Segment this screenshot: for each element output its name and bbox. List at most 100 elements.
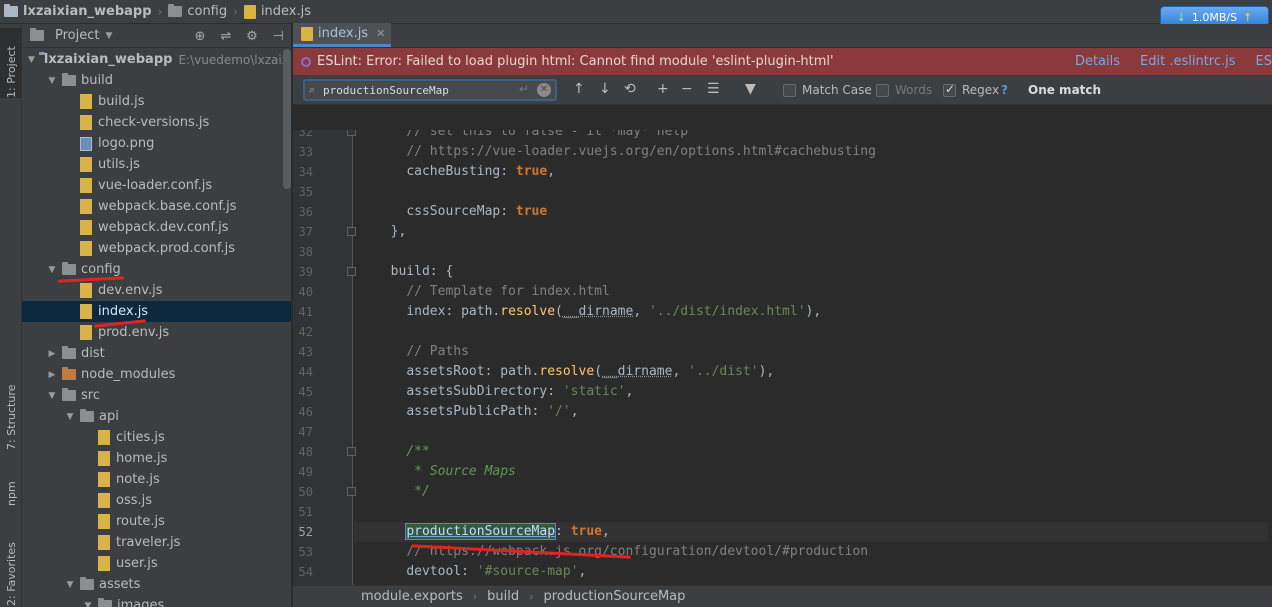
regex-option[interactable]: Regex	[943, 82, 999, 97]
editor-crumb[interactable]: productionSourceMap	[544, 589, 686, 604]
tree-folder[interactable]: ▼ build	[22, 70, 291, 91]
nav-crumb-file[interactable]: index.js	[240, 0, 315, 24]
code-line[interactable]: 48 /**	[293, 442, 1272, 462]
tree-file[interactable]: ▶check-versions.js	[22, 112, 291, 133]
chevron-down-icon[interactable]: ▼	[46, 265, 58, 275]
code-line[interactable]: 52 productionSourceMap: true,	[293, 522, 1272, 542]
match-case-checkbox[interactable]	[783, 83, 796, 97]
tree-folder[interactable]: ▼ config	[22, 259, 291, 280]
hide-panel-icon[interactable]: ⊣	[265, 29, 291, 44]
newline-icon[interactable]: ↵	[519, 82, 529, 96]
words-option[interactable]: Words	[876, 83, 932, 97]
fold-marker-icon[interactable]	[347, 267, 356, 276]
remove-occurrence-icon[interactable]: −	[681, 81, 693, 97]
tree-file[interactable]: ▶home.js	[22, 448, 291, 469]
code-line[interactable]: 40 // Template for index.html	[293, 282, 1272, 302]
edit-eslintrc-link[interactable]: Edit .eslintrc.js	[1140, 54, 1236, 69]
tree-file[interactable]: ▶user.js	[22, 553, 291, 574]
tree-folder[interactable]: ▶ node_modules	[22, 364, 291, 385]
tree-folder[interactable]: ▶ dist	[22, 343, 291, 364]
code-line[interactable]: 39 build: {	[293, 262, 1272, 282]
chevron-down-icon[interactable]: ▼	[82, 601, 94, 607]
chevron-down-icon[interactable]: ▼	[64, 412, 76, 422]
code-line[interactable]: 42	[293, 322, 1272, 342]
gear-icon[interactable]: ⚙	[239, 29, 265, 44]
tree-file[interactable]: ▶index.js	[22, 301, 291, 322]
regex-help-link[interactable]: ?	[1001, 83, 1008, 97]
close-icon[interactable]: ✕	[376, 27, 385, 40]
details-link[interactable]: Details	[1075, 54, 1120, 69]
tree-file[interactable]: ▶webpack.base.conf.js	[22, 196, 291, 217]
project-view-selector[interactable]: Project	[55, 28, 99, 43]
code-line[interactable]: 54 devtool: '#source-map',	[293, 562, 1272, 582]
tree-file[interactable]: ▶note.js	[22, 469, 291, 490]
code-line[interactable]: 36 cssSourceMap: true	[293, 202, 1272, 222]
chevron-down-icon[interactable]: ▼	[64, 580, 76, 590]
clear-search-icon[interactable]: ✕	[537, 83, 551, 97]
tree-folder[interactable]: ▼ images	[22, 595, 291, 607]
code-line[interactable]: 43 // Paths	[293, 342, 1272, 362]
eslint-settings-link[interactable]: ES	[1256, 54, 1272, 69]
code-line[interactable]: 49 * Source Maps	[293, 462, 1272, 482]
nav-crumb-project[interactable]: lxzaixian_webapp	[0, 0, 156, 24]
tree-file[interactable]: ▶webpack.dev.conf.js	[22, 217, 291, 238]
code-line[interactable]: 45 assetsSubDirectory: 'static',	[293, 382, 1272, 402]
tool-tab-project[interactable]: 1: Project	[0, 28, 22, 98]
words-checkbox[interactable]	[876, 83, 889, 97]
chevron-down-icon[interactable]: ▼	[46, 76, 58, 86]
chevron-down-icon[interactable]: ▼	[105, 31, 112, 41]
tree-file[interactable]: ▶oss.js	[22, 490, 291, 511]
tree-file[interactable]: ▶route.js	[22, 511, 291, 532]
tree-file[interactable]: ▶logo.png	[22, 133, 291, 154]
editor-crumb[interactable]: build	[487, 589, 519, 604]
search-icon[interactable]: ⌕	[309, 83, 323, 97]
tree-file[interactable]: ▶webpack.prod.conf.js	[22, 238, 291, 259]
chevron-down-icon[interactable]: ▼	[46, 391, 58, 401]
editor-scrollbar[interactable]	[1268, 130, 1272, 585]
tool-tab-favorites[interactable]: 2: Favorites	[0, 516, 22, 606]
code-line[interactable]: 34 cacheBusting: true,	[293, 162, 1272, 182]
code-line[interactable]: 33 // https://vue-loader.vuejs.org/en/op…	[293, 142, 1272, 162]
filter-icon[interactable]: ▼	[745, 81, 756, 97]
editor-tab-index-js[interactable]: index.js ✕	[293, 23, 392, 47]
editor-crumb[interactable]: module.exports	[361, 589, 463, 604]
next-occurrence-icon[interactable]: ↓	[599, 81, 611, 97]
previous-occurrence-icon[interactable]: ↑	[573, 81, 585, 97]
tool-tab-structure[interactable]: 7: Structure	[0, 360, 22, 450]
fold-marker-icon[interactable]	[347, 227, 356, 236]
tree-folder[interactable]: ▼ assets	[22, 574, 291, 595]
chevron-right-icon[interactable]: ▶	[46, 349, 58, 359]
tree-file[interactable]: ▶cities.js	[22, 427, 291, 448]
fold-marker-icon[interactable]	[347, 487, 356, 496]
tree-folder[interactable]: ▼ src	[22, 385, 291, 406]
code-line[interactable]: 41 index: path.resolve(__dirname, '../di…	[293, 302, 1272, 322]
chevron-down-icon[interactable]: ▼	[28, 55, 35, 65]
locate-file-icon[interactable]: ⊕	[187, 29, 213, 44]
tree-file[interactable]: ▶dev.env.js	[22, 280, 291, 301]
chevron-right-icon[interactable]: ▶	[46, 370, 58, 380]
tool-tab-npm[interactable]: npm	[0, 456, 22, 506]
fold-marker-icon[interactable]	[347, 130, 356, 136]
code-line[interactable]: 37 },	[293, 222, 1272, 242]
code-line[interactable]: 50 */	[293, 482, 1272, 502]
project-scrollbar[interactable]	[283, 49, 291, 189]
code-line[interactable]: 47	[293, 422, 1272, 442]
collapse-all-icon[interactable]: ⇌	[213, 29, 239, 44]
code-line[interactable]: 32 // set this to false - it *may* help	[293, 130, 1272, 142]
tree-file[interactable]: ▶build.js	[22, 91, 291, 112]
tree-file[interactable]: ▶traveler.js	[22, 532, 291, 553]
fold-marker-icon[interactable]	[347, 447, 356, 456]
search-input[interactable]: ⌕ productionSourceMap ↵ ✕	[303, 79, 557, 101]
code-line[interactable]: 46 assetsPublicPath: '/',	[293, 402, 1272, 422]
tree-folder[interactable]: ▼ lxzaixian_webapp E:\vuedemo\lxzaixian	[22, 49, 291, 70]
nav-crumb-config[interactable]: config	[164, 0, 231, 24]
tree-file[interactable]: ▶utils.js	[22, 154, 291, 175]
tree-folder[interactable]: ▼ api	[22, 406, 291, 427]
code-line[interactable]: 44 assetsRoot: path.resolve(__dirname, '…	[293, 362, 1272, 382]
tree-file[interactable]: ▶vue-loader.conf.js	[22, 175, 291, 196]
code-line[interactable]: 38	[293, 242, 1272, 262]
code-editor[interactable]: 32 // set this to false - it *may* help 3…	[293, 130, 1272, 585]
code-line[interactable]: 35	[293, 182, 1272, 202]
tree-file[interactable]: ▶prod.env.js	[22, 322, 291, 343]
regex-checkbox[interactable]	[943, 82, 956, 97]
